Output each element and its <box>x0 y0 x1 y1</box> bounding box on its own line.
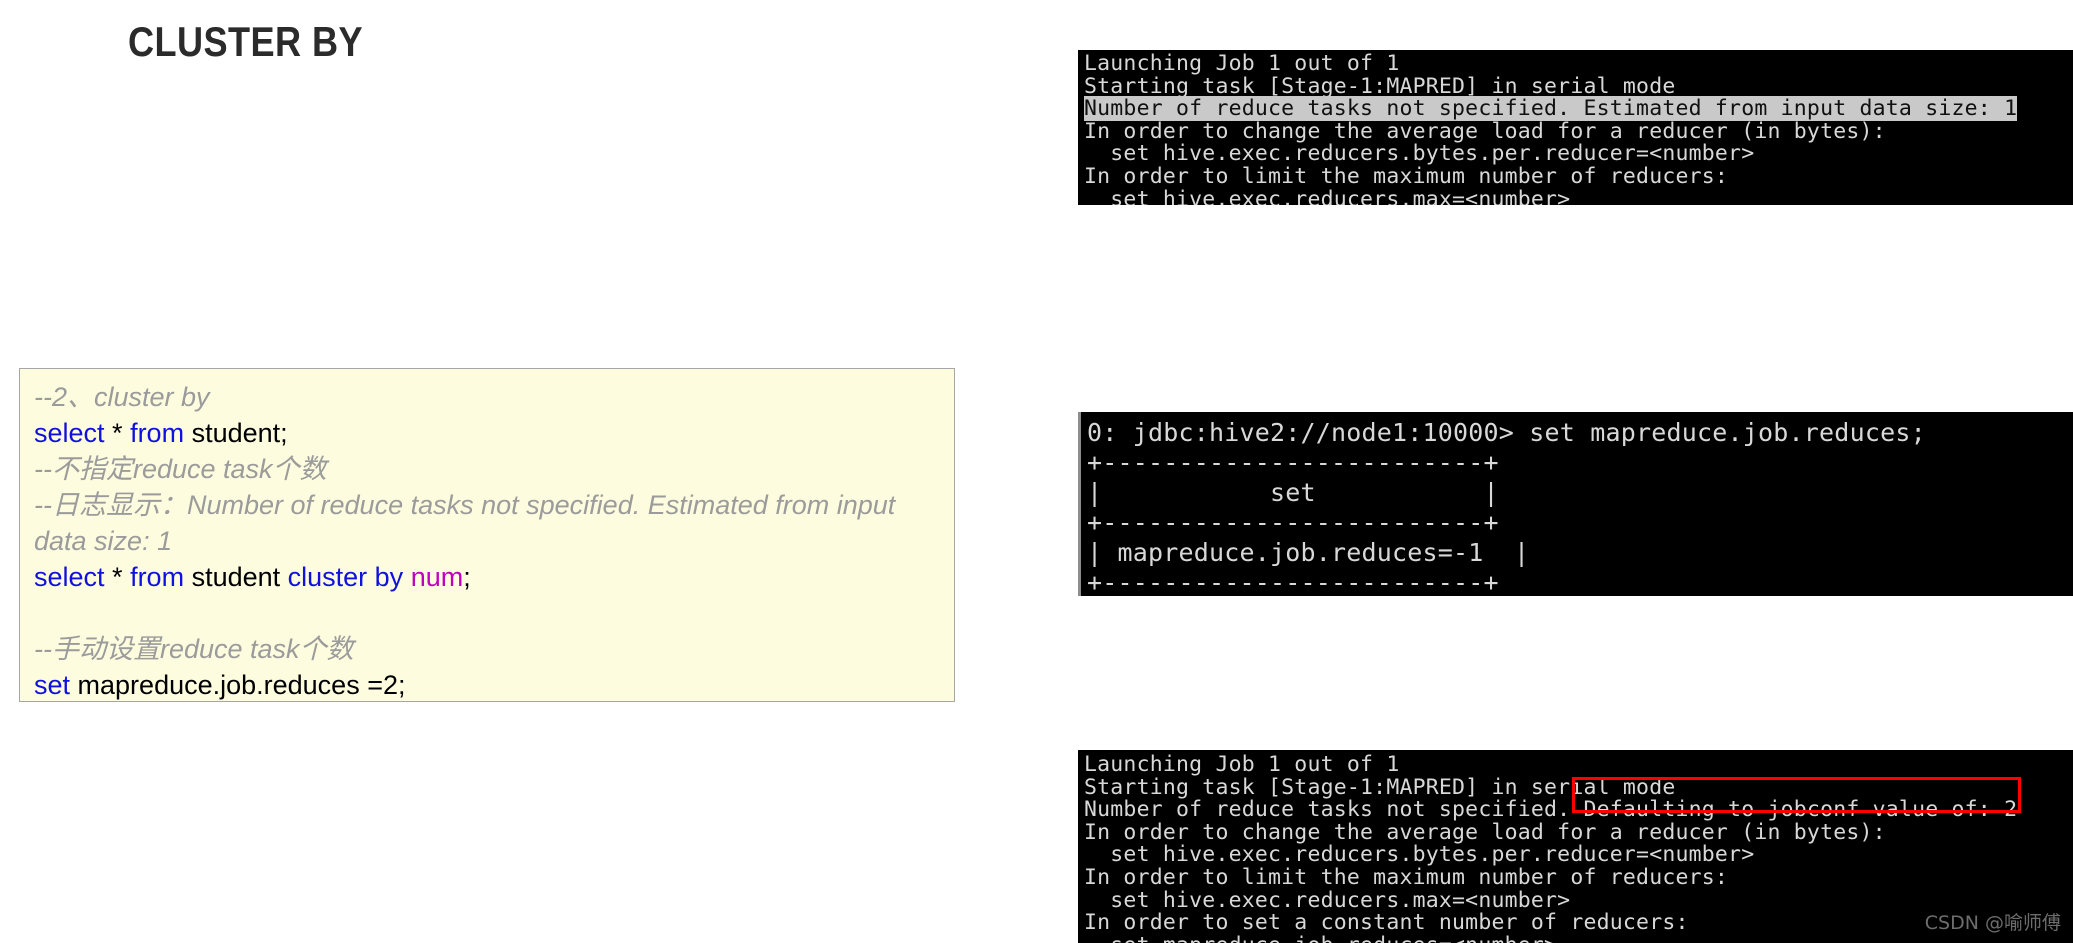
code-line: select * from student cluster by num; <box>34 559 940 595</box>
terminal-line-highlighted: Number of reduce tasks not specified. Es… <box>1084 96 2018 122</box>
terminal-line: In order to change the average load for … <box>1084 118 1886 144</box>
terminal-line: In order to limit the maximum number of … <box>1084 163 1729 189</box>
sql-text: * <box>104 562 131 592</box>
sql-text: student; <box>184 418 288 448</box>
terminal-line: In order to change the average load for … <box>1084 819 1886 845</box>
code-comment: --日志显示：Number of reduce tasks not specif… <box>34 490 903 556</box>
code-line: --2、cluster by <box>34 379 940 415</box>
code-comment: --2、cluster by <box>34 382 210 412</box>
code-comment: --手动设置reduce task个数 <box>34 634 354 664</box>
code-line: --日志显示：Number of reduce tasks not specif… <box>34 487 940 559</box>
terminal-line: 0: jdbc:hive2://node1:10000> set mapredu… <box>1087 418 1926 447</box>
sql-keyword: from <box>130 562 185 592</box>
code-line: select * from student; <box>34 415 940 451</box>
sql-text: * <box>104 418 131 448</box>
terminal-line: Number of reduce tasks not specified. Es… <box>1084 96 2073 122</box>
terminal-line: set hive.exec.reducers.bytes.per.reducer… <box>1084 842 1755 868</box>
page-title: CLUSTER BY <box>128 18 364 65</box>
sql-text: ; <box>463 562 471 592</box>
terminal-line: Launching Job 1 out of 1 <box>1084 752 1400 777</box>
sql-column: num <box>410 562 464 592</box>
terminal-line: set hive.exec.reducers.max=<number> <box>1084 186 1571 205</box>
sql-keyword: cluster by <box>287 562 404 592</box>
terminal-launch-job-output-second: Launching Job 1 out of 1 Starting task [S… <box>1078 750 2073 943</box>
terminal-line: In order to limit the maximum number of … <box>1084 864 1729 890</box>
code-line: set mapreduce.job.reduces =2; <box>34 667 940 701</box>
sql-keyword: from <box>130 418 185 448</box>
terminal-launch-job-output-first: Launching Job 1 out of 1 Starting task [S… <box>1078 50 2073 205</box>
csdn-watermark: CSDN @喻师傅 <box>1924 912 2061 934</box>
terminal-line: | mapreduce.job.reduces=-1 | <box>1087 538 1530 567</box>
sql-keyword: select <box>34 418 105 448</box>
sql-text: student <box>184 562 288 592</box>
terminal-line: set mapreduce.job.reduces=<number> <box>1084 934 2073 943</box>
sql-code-lines: --2、cluster by select * from student; --不指… <box>34 379 940 701</box>
terminal-line: +-------------------------+ <box>1087 508 1499 537</box>
terminal-line: +-------------------------+ <box>1087 568 1499 596</box>
terminal-line: Launching Job 1 out of 1 <box>1084 51 1400 76</box>
terminal-line: Starting task [Stage-1:MAPRED] in serial… <box>1084 73 1676 99</box>
terminal-line: Number of reduce tasks not specified. De… <box>1084 797 2018 823</box>
sql-keyword: set <box>34 670 71 700</box>
terminal-set-mapreduce-reduces-query: 0: jdbc:hive2://node1:10000> set mapredu… <box>1078 412 2073 596</box>
terminal-line: Starting task [Stage-1:MAPRED] in serial… <box>1084 774 1676 800</box>
code-comment: --不指定reduce task个数 <box>34 454 327 484</box>
code-line: --不指定reduce task个数 <box>34 451 940 487</box>
terminal-line: set hive.exec.reducers.bytes.per.reducer… <box>1084 141 1755 167</box>
sql-text: mapreduce.job.reduces =2; <box>70 670 406 700</box>
code-line: --手动设置reduce task个数 <box>34 631 940 667</box>
terminal-line: +-------------------------+ <box>1087 448 1499 477</box>
sql-code-block: --2、cluster by select * from student; --不指… <box>19 368 955 702</box>
sql-keyword: select <box>34 562 105 592</box>
terminal-line: | set | <box>1087 478 1499 507</box>
